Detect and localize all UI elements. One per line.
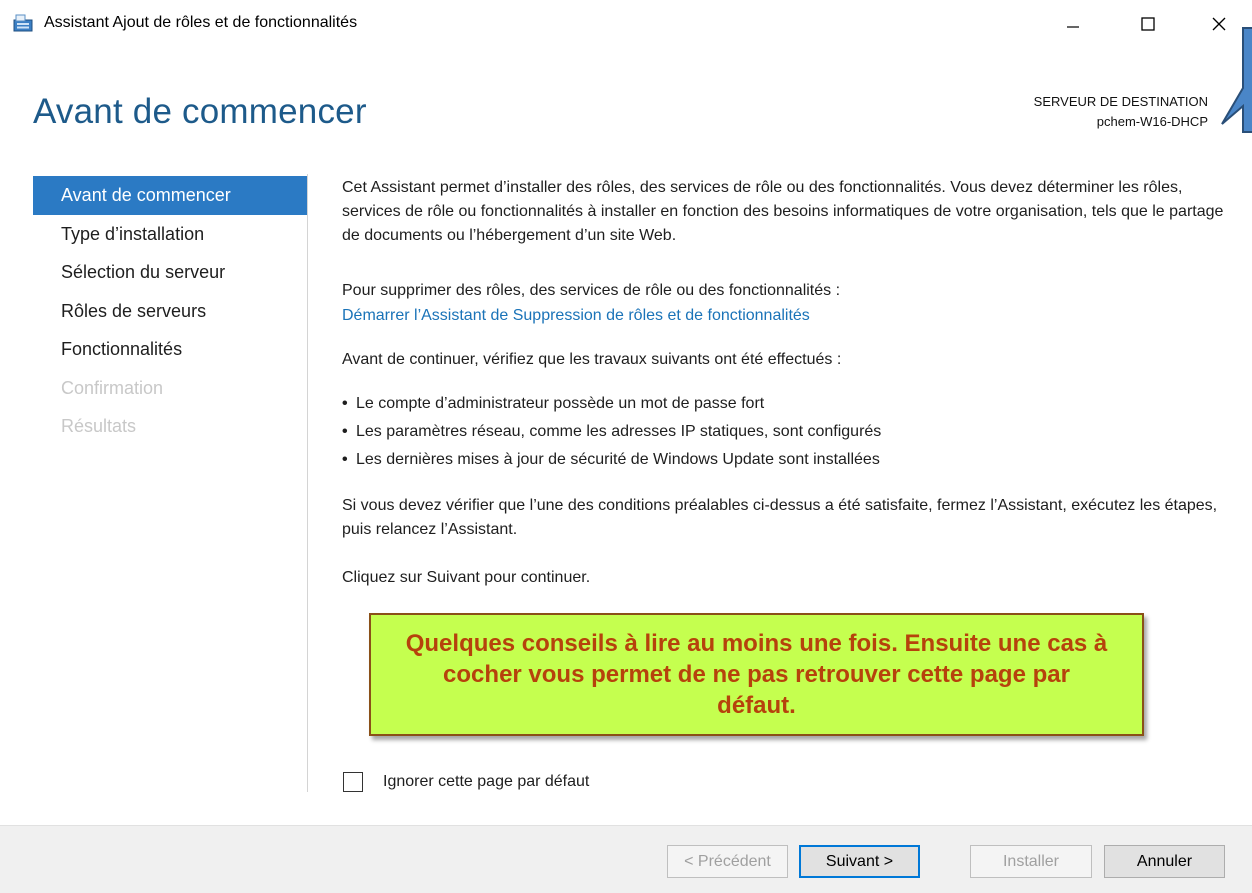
minimize-button[interactable] xyxy=(1050,8,1096,40)
list-item: Le compte d’administrateur possède un mo… xyxy=(342,390,881,418)
previous-button: < Précédent xyxy=(667,845,788,878)
nav-item-roles-serveurs[interactable]: Rôles de serveurs xyxy=(33,292,307,331)
maximize-button[interactable] xyxy=(1125,8,1171,40)
remove-roles-link[interactable]: Démarrer l’Assistant de Suppression de r… xyxy=(342,304,1227,328)
continue-text: Cliquez sur Suivant pour continuer. xyxy=(342,569,591,586)
destination-server-info: SERVEUR DE DESTINATION pchem-W16-DHCP xyxy=(1034,92,1208,132)
verify-paragraph: Si vous devez vérifier que l’une des con… xyxy=(342,497,1218,538)
check-text: Avant de continuer, vérifiez que les tra… xyxy=(342,351,842,368)
destination-server-name: pchem-W16-DHCP xyxy=(1096,114,1208,129)
skip-page-option[interactable]: Ignorer cette page par défaut xyxy=(343,769,589,795)
wizard-steps-nav: Avant de commencer Type d’installation S… xyxy=(33,176,307,446)
list-item: Les paramètres réseau, comme les adresse… xyxy=(342,418,881,446)
wizard-footer: < Précédent Suivant > Installer Annuler xyxy=(0,825,1252,893)
intro-paragraph: Cet Assistant permet d’installer des rôl… xyxy=(342,179,1224,244)
destination-label: SERVEUR DE DESTINATION xyxy=(1033,94,1208,109)
nav-item-type-installation[interactable]: Type d’installation xyxy=(33,215,307,254)
list-item: Les dernières mises à jour de sécurité d… xyxy=(342,446,881,474)
cancel-button[interactable]: Annuler xyxy=(1104,845,1225,878)
skip-page-checkbox[interactable] xyxy=(343,772,363,792)
nav-item-confirmation: Confirmation xyxy=(61,377,164,398)
nav-item-selection-serveur[interactable]: Sélection du serveur xyxy=(33,253,307,292)
nav-item-avant-de-commencer[interactable]: Avant de commencer xyxy=(33,176,307,215)
nav-item-fonctionnalites[interactable]: Fonctionnalités xyxy=(33,330,307,369)
remove-text: Pour supprimer des rôles, des services d… xyxy=(342,282,841,299)
install-button: Installer xyxy=(970,845,1092,878)
sidebar-divider xyxy=(307,174,308,792)
skip-page-label[interactable]: Ignorer cette page par défaut xyxy=(383,773,589,791)
tip-note-box: Quelques conseils à lire au moins une fo… xyxy=(369,613,1144,736)
nav-item-resultats: Résultats xyxy=(61,416,137,436)
next-button[interactable]: Suivant > xyxy=(799,845,920,878)
tip-note-text: Quelques conseils à lire au moins une fo… xyxy=(405,630,1108,719)
title-bar: Assistant Ajout de rôles et de fonctionn… xyxy=(0,0,1252,46)
window-title: Assistant Ajout de rôles et de fonctionn… xyxy=(44,14,358,31)
server-manager-icon xyxy=(13,14,33,32)
prerequisites-list: Le compte d’administrateur possède un mo… xyxy=(342,390,881,474)
page-title: Avant de commencer xyxy=(33,92,367,131)
